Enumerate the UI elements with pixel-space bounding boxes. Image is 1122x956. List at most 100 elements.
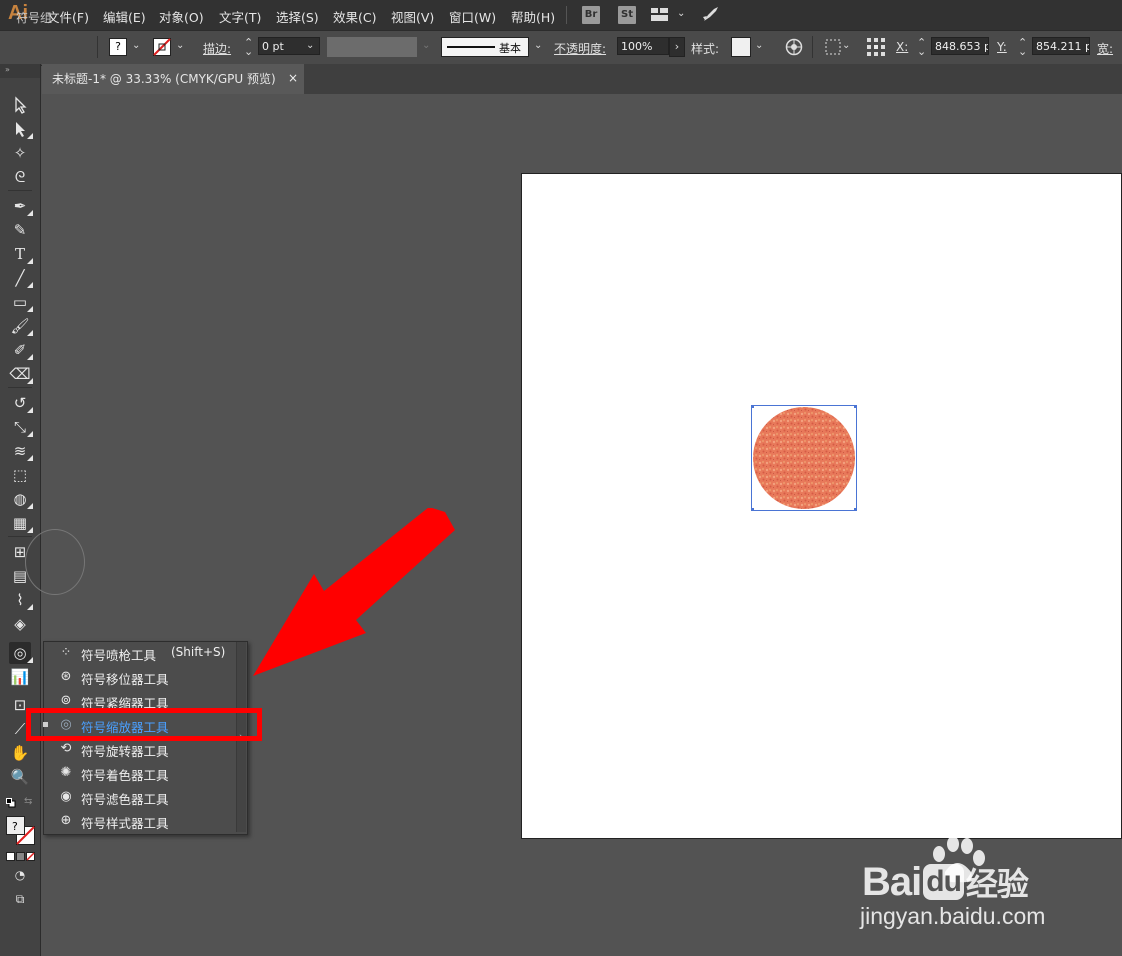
scale-tool-icon[interactable]: ⤡ [9, 416, 33, 438]
stock-button[interactable]: St [618, 6, 636, 24]
menu-select[interactable]: 选择(S) [276, 7, 319, 26]
document-tab-title: 未标题-1* @ 33.33% (CMYK/GPU 预览) [52, 72, 276, 86]
menu-object[interactable]: 对象(O) [159, 7, 204, 26]
annotation-highlight-box [26, 708, 262, 741]
brush-cursor-outline [25, 529, 85, 595]
menu-file[interactable]: 文件(F) [47, 7, 89, 26]
symbol-shifter-icon: ⊛ [60, 669, 72, 684]
close-tab-button[interactable]: × [288, 71, 298, 85]
blend-tool-icon[interactable]: ◈ [9, 613, 31, 635]
menu-type[interactable]: 文字(T) [219, 7, 261, 26]
y-stepper-icon[interactable]: ⌃ ⌄ [1018, 37, 1027, 57]
magic-wand-tool-icon[interactable]: ✧ [9, 142, 31, 164]
brush-name: 基本 [499, 42, 521, 55]
menu-divider [566, 6, 567, 24]
x-position-input[interactable]: 848.653 p [931, 37, 989, 55]
menu-edit[interactable]: 编辑(E) [103, 7, 146, 26]
profile-dropdown-icon[interactable]: ⌄ [422, 40, 430, 51]
stroke-swatch[interactable] [153, 38, 171, 56]
align-to-selection-icon[interactable] [825, 39, 841, 55]
pen-tool-icon[interactable]: ✒ [9, 195, 33, 217]
symbol-set[interactable] [749, 403, 859, 513]
opacity-input[interactable]: 100% [617, 37, 669, 55]
color-mode-buttons[interactable] [6, 851, 36, 861]
workspace-layout-icon[interactable] [651, 8, 668, 21]
watermark-url: jingyan.baidu.com [860, 903, 1046, 929]
tool-divider [8, 387, 32, 388]
hand-tool-icon[interactable]: ✋ [9, 742, 31, 764]
brush-dropdown-icon[interactable]: ⌄ [534, 40, 542, 51]
watermark-brand: Bai du 经验 [862, 860, 1029, 904]
graphic-style-swatch[interactable] [731, 37, 751, 57]
symbol-stainer-icon: ✺ [60, 765, 72, 780]
chevron-down-icon[interactable]: ⌄ [677, 8, 685, 19]
eraser-tool-icon[interactable]: ⌫ [9, 363, 33, 385]
flyout-item-symbol-styler[interactable]: ⊕ 符号样式器工具 [43, 809, 238, 833]
free-transform-tool-icon[interactable]: ⬚ [9, 464, 31, 486]
menu-effect[interactable]: 效果(C) [333, 7, 376, 26]
x-stepper-icon[interactable]: ⌃ ⌄ [917, 37, 926, 57]
symbol-spinner-icon: ⟲ [60, 741, 72, 756]
flyout-item-symbol-shifter[interactable]: ⊛ 符号移位器工具 [43, 665, 238, 689]
opacity-label[interactable]: 不透明度: [554, 40, 606, 57]
perspective-grid-tool-icon[interactable]: ▦ [9, 512, 33, 534]
stroke-dropdown-icon[interactable]: ⌄ [176, 40, 184, 51]
rocket-icon[interactable] [700, 5, 720, 25]
column-graph-tool-icon[interactable]: 📊 [9, 666, 31, 688]
menu-window[interactable]: 窗口(W) [449, 7, 496, 26]
swap-colors-icon[interactable]: ⇆ [24, 796, 32, 807]
menu-help[interactable]: 帮助(H) [511, 7, 555, 26]
symbol-sprayer-icon: ⁘ [60, 645, 72, 660]
symbol-sprayer-tool-icon[interactable]: ◎ [9, 642, 33, 664]
type-tool-icon[interactable]: T [9, 243, 33, 265]
style-dropdown-icon[interactable]: ⌄ [755, 40, 763, 51]
flyout-item-symbol-sprayer[interactable]: ⁘ 符号喷枪工具 (Shift+S) [43, 641, 238, 665]
lasso-tool-icon[interactable]: ᘓ [9, 166, 31, 188]
y-label: Y: [997, 40, 1007, 54]
tool-divider [8, 190, 32, 191]
rotate-tool-icon[interactable]: ↺ [9, 392, 33, 414]
svg-text:?: ? [12, 820, 18, 833]
brush-definition[interactable]: 基本 [441, 37, 529, 57]
selection-tool-icon[interactable] [9, 94, 31, 116]
line-segment-tool-icon[interactable]: ╱ [9, 267, 33, 289]
fill-stroke-indicator[interactable]: ? [6, 816, 36, 846]
selection-type-label: 符号组 [16, 11, 53, 25]
direct-selection-tool-icon[interactable] [9, 118, 33, 140]
screen-mode-icon[interactable]: ⧉ [9, 888, 31, 910]
default-colors-icon[interactable] [6, 797, 16, 808]
shaper-tool-icon[interactable]: ✐ [9, 339, 33, 361]
symbol-styler-icon: ⊕ [60, 813, 72, 828]
tool-divider [8, 536, 32, 537]
zoom-tool-icon[interactable]: 🔍 [9, 766, 31, 788]
variable-width-profile[interactable] [327, 37, 417, 57]
paintbrush-tool-icon[interactable]: 🖌 [9, 315, 33, 337]
curvature-tool-icon[interactable]: ✎ [9, 219, 31, 241]
document-tab[interactable]: 未标题-1* @ 33.33% (CMYK/GPU 预览) [42, 64, 304, 94]
stroke-weight-dropdown-icon[interactable]: ⌄ [306, 40, 314, 51]
reference-point-icon[interactable] [866, 37, 886, 57]
brush-stroke-preview [447, 46, 495, 48]
recolor-artwork-icon[interactable] [785, 38, 803, 56]
width-tool-icon[interactable]: ≋ [9, 440, 33, 462]
stroke-label[interactable]: 描边: [203, 40, 231, 57]
rectangle-tool-icon[interactable]: ▭ [9, 291, 33, 313]
flyout-item-symbol-stainer[interactable]: ✺ 符号着色器工具 [43, 761, 238, 785]
flyout-item-symbol-screener[interactable]: ◉ 符号滤色器工具 [43, 785, 238, 809]
fill-swatch[interactable]: ? [109, 38, 127, 56]
y-position-input[interactable]: 854.211 p [1032, 37, 1090, 55]
menu-view[interactable]: 视图(V) [391, 7, 434, 26]
bridge-button[interactable]: Br [582, 6, 600, 24]
align-dropdown-icon[interactable]: ⌄ [842, 40, 850, 51]
stroke-stepper-icon[interactable]: ⌃ ⌄ [244, 37, 253, 57]
tools-panel-header[interactable]: » [0, 64, 40, 78]
draw-mode-icon[interactable]: ◔ [9, 864, 31, 886]
fill-dropdown-icon[interactable]: ⌄ [132, 40, 140, 51]
eyedropper-tool-icon[interactable]: ⌇ [9, 589, 33, 611]
style-label: 样式: [691, 42, 720, 56]
x-label: X: [896, 40, 909, 54]
shape-builder-tool-icon[interactable]: ◍ [9, 488, 33, 510]
shortcut-label: (Shift+S) [171, 645, 226, 659]
opacity-arrow-icon[interactable]: › [669, 37, 685, 57]
collapse-icon[interactable]: » [5, 65, 10, 74]
